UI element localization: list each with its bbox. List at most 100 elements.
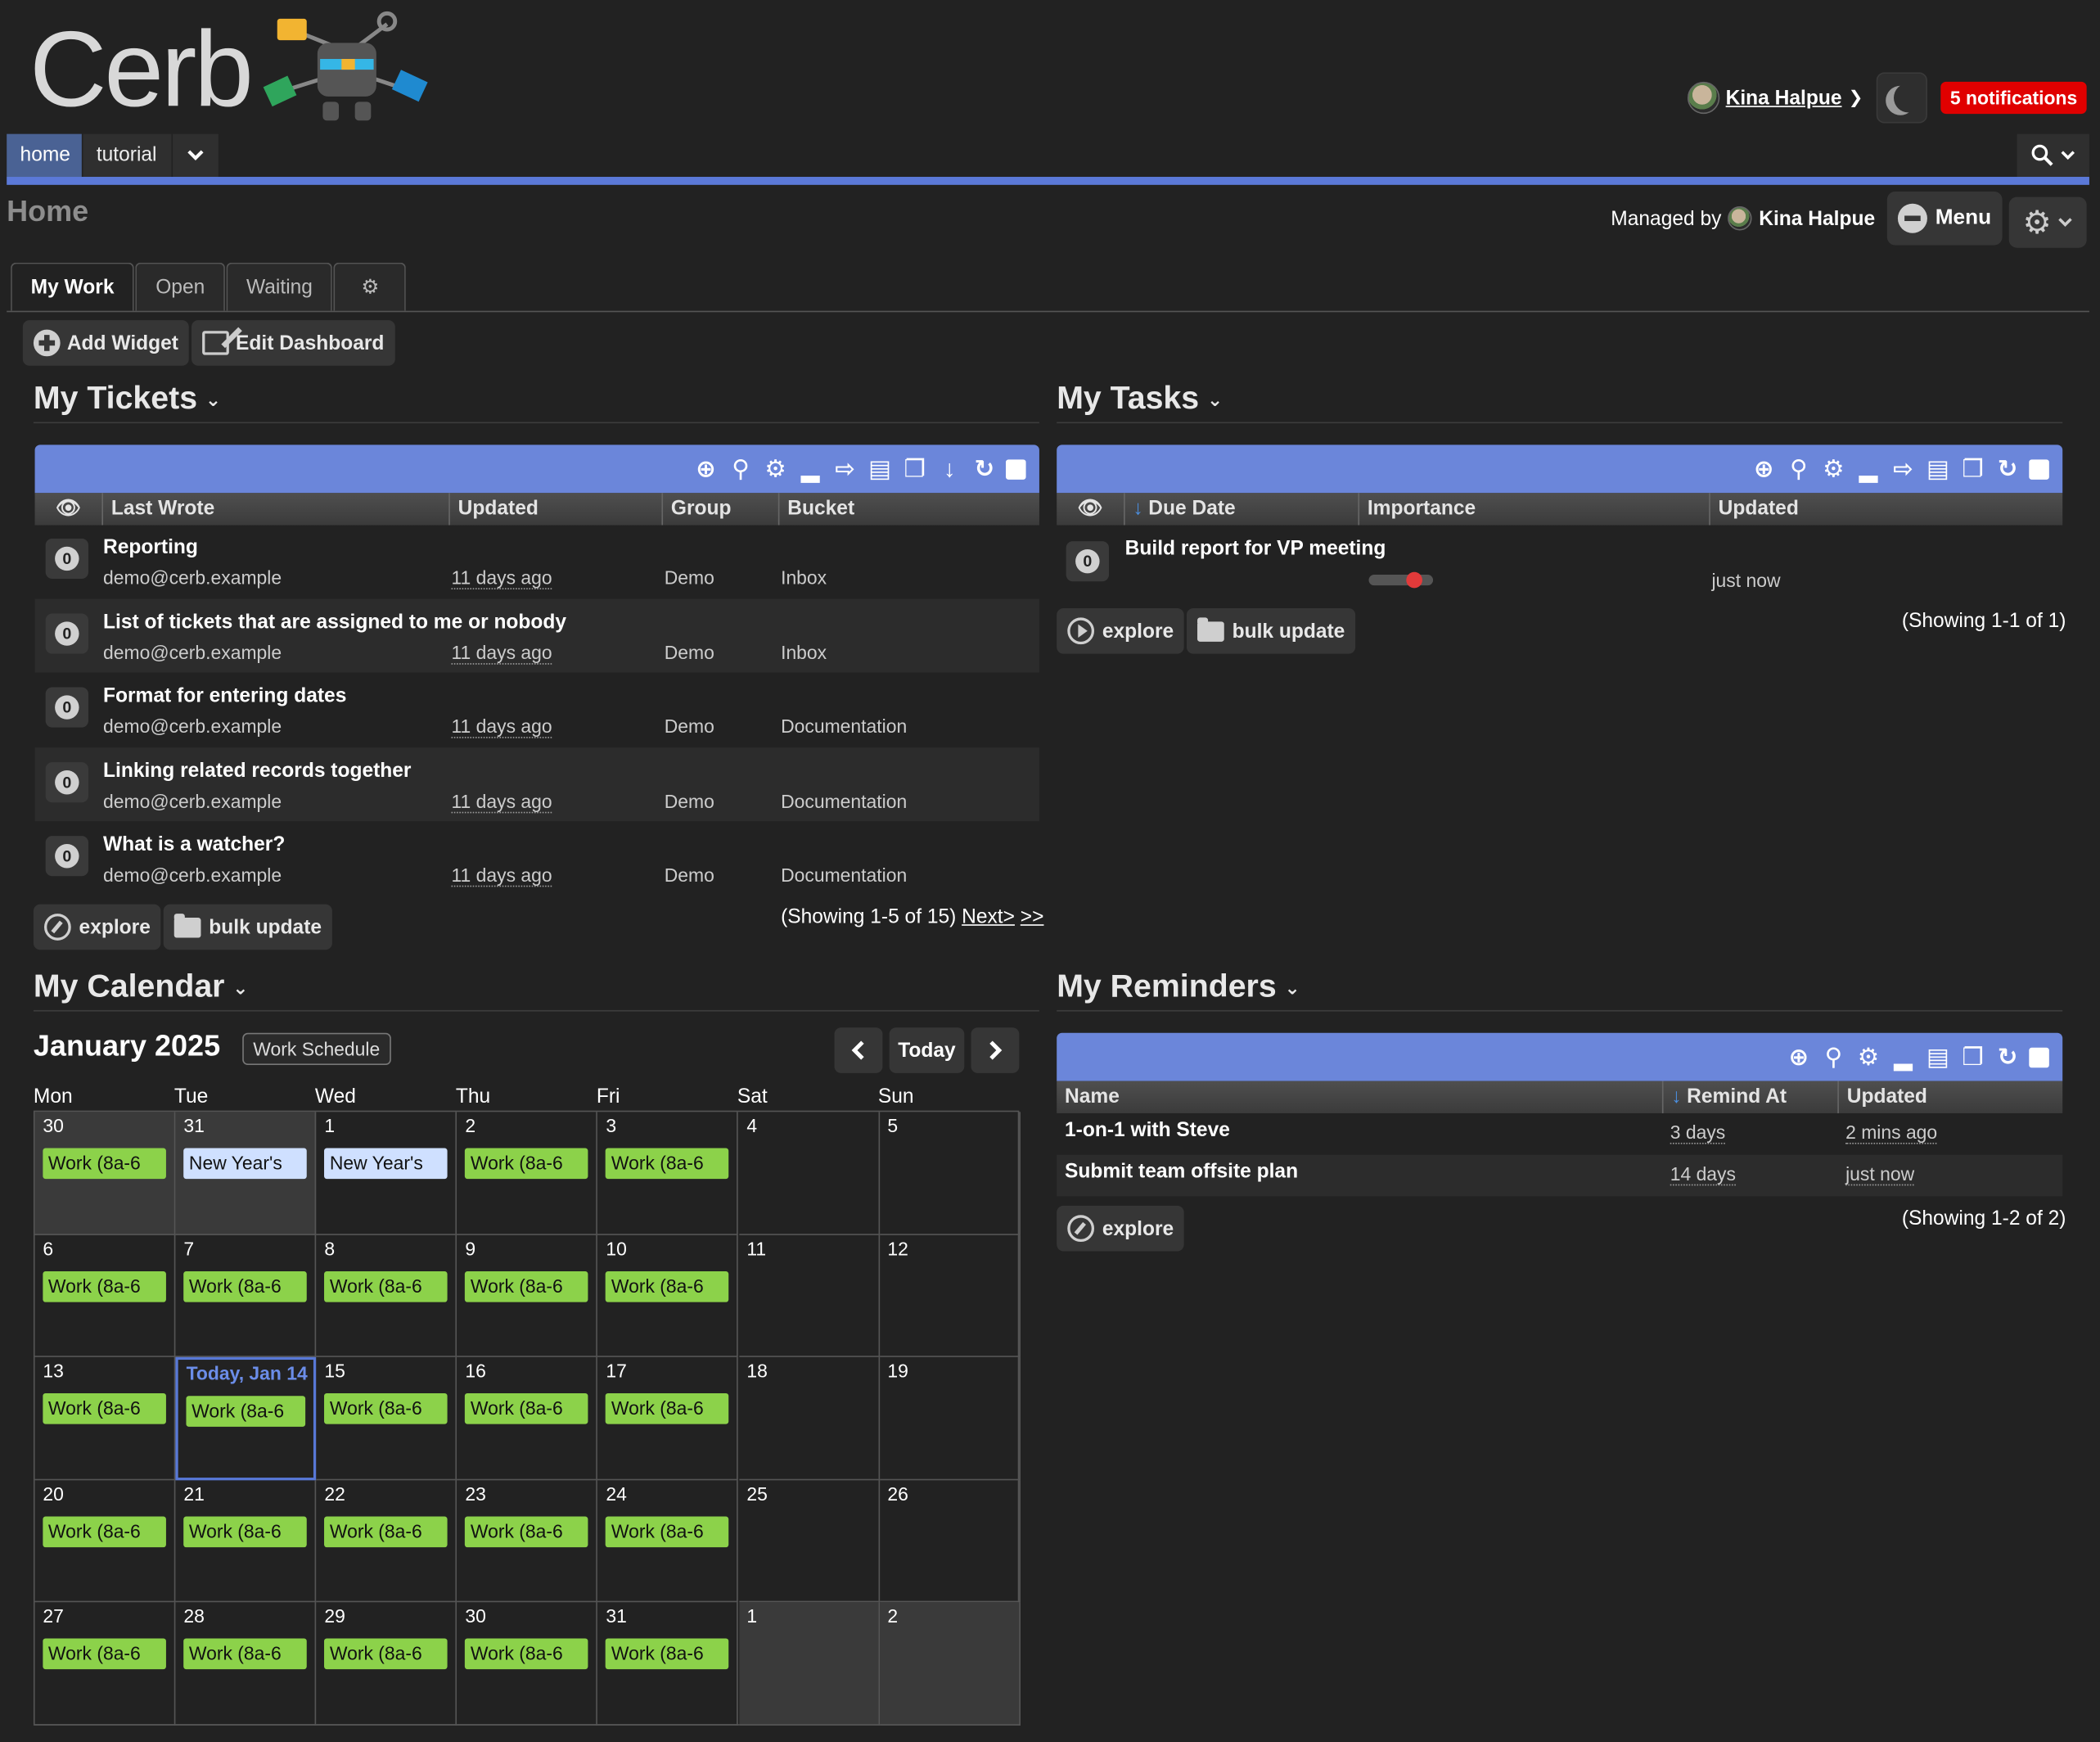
calendar-day[interactable]: 4 xyxy=(738,1112,880,1235)
widget-title-my-calendar[interactable]: My Calendar ⌄ xyxy=(34,968,249,1006)
tab-settings[interactable]: ⚙ xyxy=(334,262,407,311)
add-icon[interactable]: ⊕ xyxy=(1751,455,1778,482)
table-row[interactable]: 0 Format for entering dates demo@cerb.exam… xyxy=(35,673,1039,747)
table-row[interactable]: 1-on-1 with Steve 3 days 2 mins ago xyxy=(1057,1113,2062,1155)
calendar-day[interactable]: 19 xyxy=(879,1357,1021,1480)
calendar-next-button[interactable] xyxy=(971,1027,1020,1073)
add-icon[interactable]: ⊕ xyxy=(692,455,719,482)
chart-icon[interactable]: ▂ xyxy=(797,455,824,482)
export-icon[interactable]: ▤ xyxy=(1925,455,1952,482)
watchers-button[interactable]: 0 xyxy=(45,612,89,653)
search-icon[interactable]: ⚲ xyxy=(728,455,755,482)
download-icon[interactable]: ↓ xyxy=(936,455,963,482)
table-row[interactable]: Submit team offsite plan 14 days just now xyxy=(1057,1154,2063,1197)
reminder-name-link[interactable]: Submit team offsite plan xyxy=(1065,1160,1298,1183)
calendar-day[interactable]: 21 Work (8a-6 xyxy=(175,1480,317,1603)
table-row[interactable]: 0 Reporting demo@cerb.example 11 days ago De… xyxy=(35,524,1039,598)
reminders-explore-button[interactable]: explore xyxy=(1057,1205,1185,1252)
work-schedule-event[interactable]: Work (8a-6 xyxy=(183,1270,308,1302)
copy-icon[interactable]: ❐ xyxy=(1959,455,1986,482)
calendar-day[interactable]: 13 Work (8a-6 xyxy=(34,1357,176,1480)
column-last-wrote[interactable]: Last Wrote xyxy=(101,493,447,526)
managed-by-owner[interactable]: Kina Halpue xyxy=(1759,207,1875,230)
column-importance[interactable]: Importance xyxy=(1358,493,1709,526)
watchers-button[interactable]: 0 xyxy=(45,538,89,579)
task-title-link[interactable]: Build report for VP meeting xyxy=(1125,537,1386,560)
chart-icon[interactable]: ▂ xyxy=(1890,1043,1917,1071)
ticket-subject-link[interactable]: Reporting xyxy=(103,536,198,559)
work-schedule-event[interactable]: Work (8a-6 xyxy=(183,1639,308,1670)
work-schedule-event[interactable]: Work (8a-6 xyxy=(465,1639,589,1670)
work-schedule-event[interactable]: Work (8a-6 xyxy=(465,1516,589,1547)
edit-dashboard-button[interactable]: Edit Dashboard xyxy=(192,320,395,366)
work-schedule-event[interactable]: Work (8a-6 xyxy=(183,1516,308,1547)
calendar-day[interactable]: 11 xyxy=(738,1234,880,1358)
calendar-day[interactable]: 18 xyxy=(738,1357,880,1480)
refresh-icon[interactable]: ↻ xyxy=(971,455,998,482)
work-schedule-event[interactable]: Work (8a-6 xyxy=(43,1270,167,1302)
gear-icon[interactable]: ⚙ xyxy=(1820,455,1847,482)
column-group[interactable]: Group xyxy=(661,493,777,526)
export-icon[interactable]: ▤ xyxy=(1925,1043,1952,1071)
watchers-button[interactable]: 0 xyxy=(45,761,89,802)
watchers-column-header[interactable]: 👁 xyxy=(35,493,102,525)
calendar-day[interactable]: 2 Work (8a-6 xyxy=(457,1112,598,1235)
work-schedule-event[interactable]: Work (8a-6 xyxy=(324,1393,448,1424)
page-menu-button[interactable]: Menu xyxy=(1886,192,2003,246)
user-name-link[interactable]: Kina Halpue xyxy=(1726,87,1842,110)
column-updated[interactable]: Updated xyxy=(1837,1081,2062,1113)
calendar-day[interactable]: 9 Work (8a-6 xyxy=(457,1234,598,1358)
calendar-day-today[interactable]: Today, Jan 14 Work (8a-6 xyxy=(175,1357,317,1480)
column-updated[interactable]: Updated xyxy=(448,493,660,526)
calendar-day[interactable]: 1 New Year's xyxy=(316,1112,457,1235)
widget-title-my-tickets[interactable]: My Tickets ⌄ xyxy=(34,381,221,418)
import-icon[interactable]: ⇨ xyxy=(831,455,858,482)
calendar-day[interactable]: 5 xyxy=(879,1112,1021,1235)
work-schedule-event[interactable]: Work (8a-6 xyxy=(324,1270,448,1302)
calendar-day[interactable]: 6 Work (8a-6 xyxy=(34,1234,176,1358)
tab-waiting[interactable]: Waiting xyxy=(226,262,333,311)
work-schedule-event[interactable]: Work (8a-6 xyxy=(43,1393,167,1424)
calendar-schedule-button[interactable]: Work Schedule xyxy=(242,1032,391,1066)
cerb-logo[interactable]: Cerb xyxy=(29,8,433,132)
watchers-column-header[interactable]: 👁 xyxy=(1057,493,1124,525)
work-schedule-event[interactable]: Work (8a-6 xyxy=(465,1393,589,1424)
calendar-day[interactable]: 10 Work (8a-6 xyxy=(597,1234,739,1358)
page-settings-button[interactable]: ⚙ xyxy=(2008,196,2087,248)
work-schedule-event[interactable]: Work (8a-6 xyxy=(324,1516,448,1547)
holiday-event[interactable]: New Year's xyxy=(324,1148,448,1180)
calendar-day[interactable]: 29 Work (8a-6 xyxy=(316,1602,457,1726)
column-remind-at[interactable]: ↓ Remind At xyxy=(1661,1081,1837,1113)
table-row[interactable]: 0 Linking related records together demo@ce… xyxy=(34,747,1039,821)
last-page-link[interactable]: >> xyxy=(1021,905,1044,928)
table-row[interactable]: 0 List of tickets that are assigned to me… xyxy=(34,598,1039,672)
column-bucket[interactable]: Bucket xyxy=(777,493,1039,526)
calendar-day[interactable]: 16 Work (8a-6 xyxy=(457,1357,598,1480)
gear-icon[interactable]: ⚙ xyxy=(1855,1043,1882,1071)
calendar-day[interactable]: 12 xyxy=(879,1234,1021,1358)
work-schedule-event[interactable]: Work (8a-6 xyxy=(465,1270,589,1302)
work-schedule-event[interactable]: Work (8a-6 xyxy=(606,1393,730,1424)
add-widget-button[interactable]: Add Widget xyxy=(22,320,190,366)
tickets-explore-button[interactable]: explore xyxy=(33,904,161,950)
next-page-link[interactable]: Next> xyxy=(962,905,1015,928)
ticket-subject-link[interactable]: Linking related records together xyxy=(103,759,411,782)
calendar-day[interactable]: 27 Work (8a-6 xyxy=(34,1602,176,1726)
table-row[interactable]: 0 What is a watcher? demo@cerb.example 11 d… xyxy=(35,821,1039,895)
calendar-day[interactable]: 31 Work (8a-6 xyxy=(597,1602,739,1726)
watchers-button[interactable]: 0 xyxy=(1066,541,1110,582)
copy-icon[interactable]: ❐ xyxy=(901,455,928,482)
tasks-explore-button[interactable]: explore xyxy=(1057,607,1185,654)
ticket-subject-link[interactable]: List of tickets that are assigned to me … xyxy=(103,610,566,633)
tab-my-work[interactable]: My Work xyxy=(11,262,135,311)
calendar-prev-button[interactable] xyxy=(834,1027,883,1073)
table-row[interactable]: 0 Build report for VP meeting just now xyxy=(1057,526,2062,599)
column-due-date[interactable]: ↓ Due Date xyxy=(1124,493,1358,526)
add-icon[interactable]: ⊕ xyxy=(1785,1043,1812,1071)
widget-title-my-reminders[interactable]: My Reminders ⌄ xyxy=(1057,968,1300,1006)
calendar-day[interactable]: 3 Work (8a-6 xyxy=(597,1112,739,1235)
chart-icon[interactable]: ▂ xyxy=(1855,455,1882,482)
nav-more-button[interactable] xyxy=(173,133,219,178)
dark-mode-toggle[interactable] xyxy=(1876,72,1928,124)
search-icon[interactable]: ⚲ xyxy=(1785,455,1812,482)
